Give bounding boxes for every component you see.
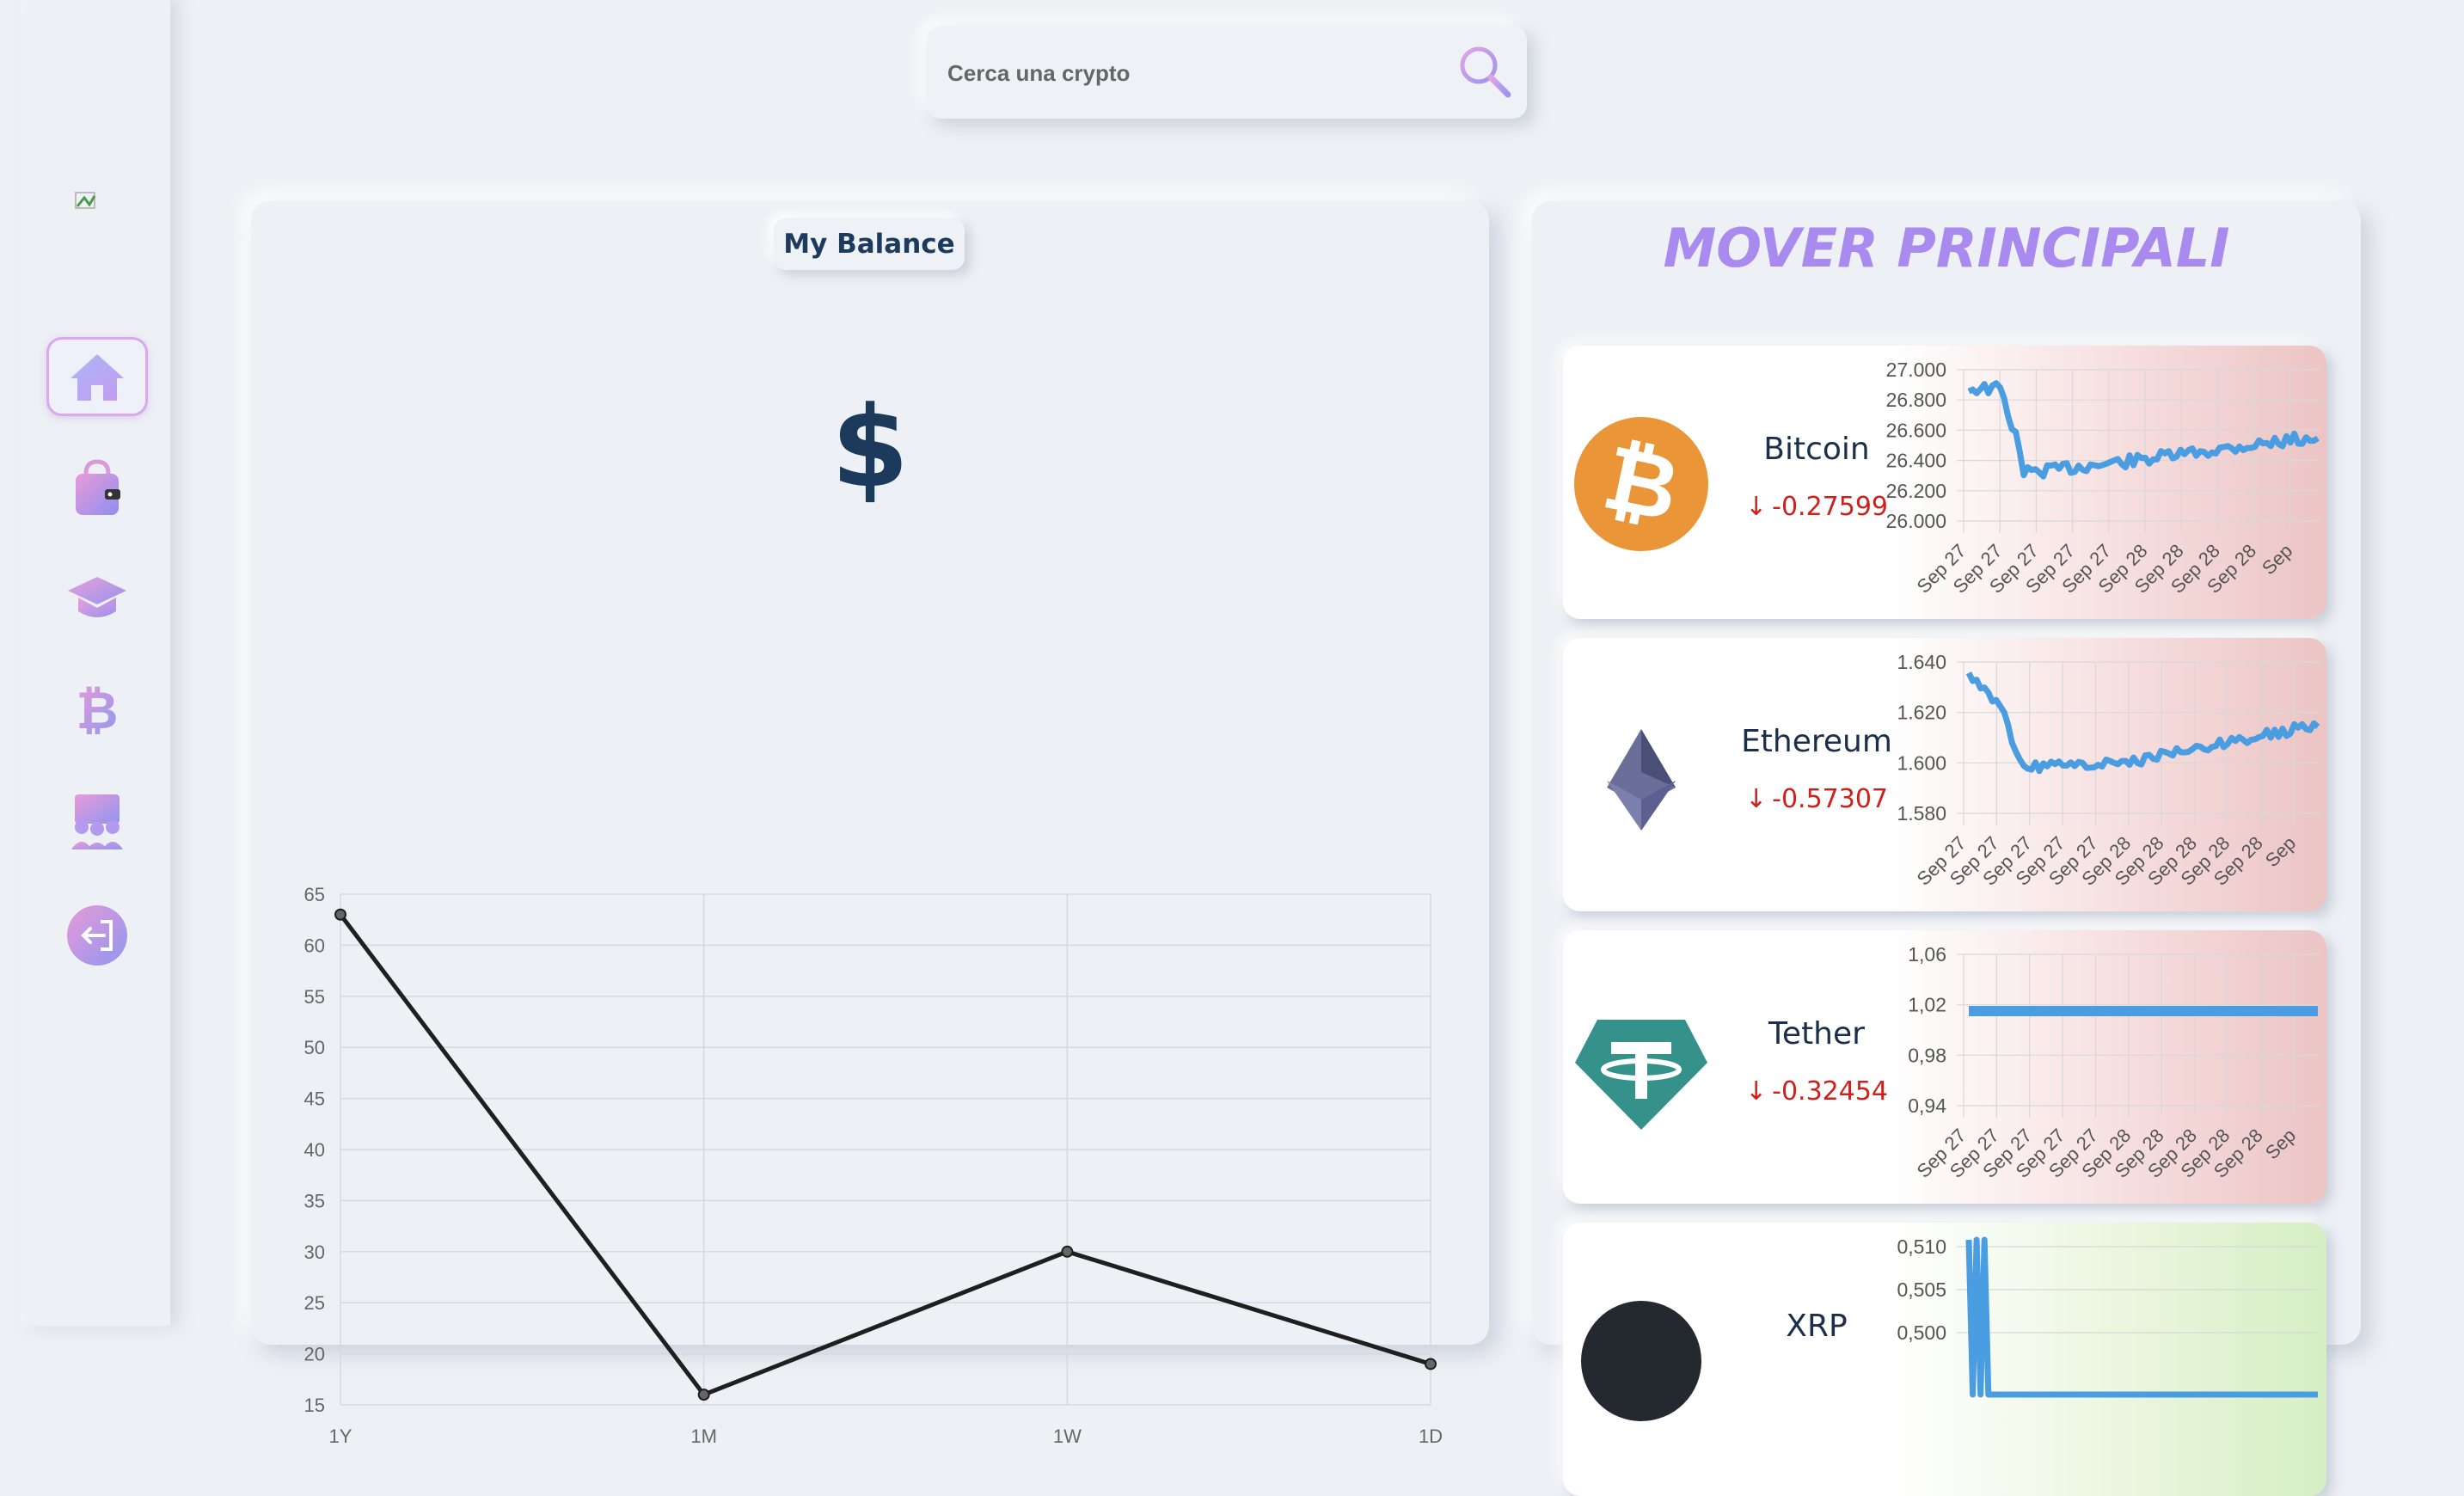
mini-x-tick-label: Sep: [2258, 540, 2296, 579]
mini-y-tick-label: 1.620: [1897, 702, 1946, 724]
y-tick-label: 15: [304, 1395, 325, 1416]
mini-y-tick-label: 1.600: [1897, 751, 1946, 774]
balance-title: My Balance: [774, 218, 965, 270]
mini-x-tick-label: Sep: [2261, 1125, 2300, 1163]
nav-education[interactable]: [46, 559, 148, 638]
community-icon: [71, 794, 123, 849]
mini-y-tick-label: 26.600: [1886, 419, 1946, 441]
app-logo[interactable]: [70, 24, 170, 131]
balance-line-chart: 65 60 55 50 45 40 35 30 25 20 151Y 1M 1W 1D: [304, 884, 1443, 1447]
y-tick-label: 50: [304, 1037, 325, 1058]
y-tick-label: 45: [304, 1088, 325, 1110]
x-tick-label: 1W: [1053, 1425, 1082, 1447]
nav-home[interactable]: [46, 337, 148, 416]
search-icon[interactable]: [1456, 43, 1513, 100]
x-tick-label: 1M: [690, 1425, 717, 1447]
mini-y-tick-label: 0,98: [1908, 1044, 1946, 1066]
wallet-icon: [76, 459, 120, 515]
mini-price-chart: 1,061,020,980,94Sep 27Sep 27Sep 27Sep 27…: [1908, 943, 2320, 1182]
balance-data-point[interactable]: [1061, 1245, 1074, 1258]
movers-panel: MOVER PRINCIPALI ₿ Bitcoin ↓ -0.27599 27.000…: [1532, 201, 2361, 1496]
y-tick-label: 35: [304, 1190, 325, 1211]
nav-logout[interactable]: [46, 896, 148, 975]
nav-crypto[interactable]: ₿: [46, 669, 148, 748]
mini-y-tick-label: 26.000: [1886, 510, 1946, 532]
mini-price-chart: 27.00026.80026.60026.40026.20026.000Sep …: [1886, 359, 2320, 598]
y-tick-label: 20: [304, 1344, 325, 1365]
balance-currency-symbol: $: [831, 382, 910, 512]
y-tick-label: 65: [304, 884, 325, 905]
x-tick-label: 1Y: [329, 1425, 352, 1447]
mini-y-tick-label: 27.000: [1886, 359, 1946, 381]
mini-y-tick-label: 26.800: [1886, 389, 1946, 411]
mini-chart-grid: [1957, 1246, 2320, 1334]
nav-wallet[interactable]: [46, 449, 148, 528]
mover-card-xrp[interactable]: XRP 0,510 0,505 0,500: [1563, 1223, 2326, 1496]
search-input[interactable]: [946, 52, 1448, 95]
mini-price-line: [1965, 671, 2320, 775]
svg-text:₿: ₿: [77, 681, 119, 737]
y-tick-label: 25: [304, 1292, 325, 1314]
mini-chart-grid: [1957, 953, 2320, 1118]
chart-grid: [340, 893, 1431, 1406]
mover-card-tether[interactable]: Tether ↓ -0.32454 1,06 1,02 0,98 0,94 Sep 27 Sep…: [1563, 930, 2326, 1204]
balance-data-point[interactable]: [697, 1389, 710, 1401]
mini-y-tick-label: 0,505: [1897, 1278, 1946, 1301]
mini-x-tick-label: Sep: [2261, 832, 2300, 871]
y-tick-label: 40: [304, 1139, 325, 1161]
broken-image-icon: [75, 192, 96, 209]
mini-y-tick-label: 26.200: [1886, 480, 1946, 502]
x-tick-label: 1D: [1419, 1425, 1443, 1447]
sidebar: [24, 0, 170, 1326]
y-tick-label: 60: [304, 935, 325, 956]
balance-data-point[interactable]: [1425, 1358, 1437, 1370]
mini-y-tick-label: 1,02: [1908, 994, 1946, 1016]
mini-y-tick-label: 0,500: [1897, 1321, 1946, 1344]
mini-y-tick-label: 0,510: [1897, 1235, 1946, 1258]
mini-price-chart: 0,510 0,505 0,500: [1897, 1235, 2320, 1398]
mover-card-ethereum[interactable]: Ethereum ↓ -0.57307 1.640 1.620 1.600 1.580 Sep…: [1563, 638, 2326, 911]
graduation-cap-icon: [68, 577, 126, 617]
bitcoin-icon: ₿: [77, 681, 119, 737]
movers-title: MOVER PRINCIPALI: [1532, 217, 2361, 279]
mini-y-tick-label: 1,06: [1908, 943, 1946, 966]
home-icon: [70, 354, 124, 401]
mini-y-tick-label: 26.400: [1886, 450, 1946, 472]
balance-series-line: [339, 913, 1431, 1398]
mini-y-tick-label: 0,94: [1908, 1094, 1946, 1117]
mini-y-tick-label: 1.580: [1897, 802, 1946, 825]
mover-card-bitcoin[interactable]: ₿ Bitcoin ↓ -0.27599 27.000 26.800 26.600 26.40…: [1563, 346, 2326, 619]
logout-icon: [67, 905, 127, 966]
mini-chart-grid: [1957, 369, 2320, 533]
y-tick-label: 30: [304, 1242, 325, 1263]
mini-y-tick-label: 1.640: [1897, 651, 1946, 673]
balance-panel: My Balance $ 65 60 55 50 45 40 35 30 25 20 15 1Y 1M 1…: [251, 201, 1489, 1447]
search-bar: [927, 26, 1527, 119]
balance-data-point[interactable]: [334, 908, 346, 921]
mini-price-chart: 1.6401.6201.6001.580Sep 27Sep 27Sep 27Se…: [1897, 651, 2320, 890]
y-tick-label: 55: [304, 986, 325, 1008]
nav-community[interactable]: [46, 781, 148, 860]
mini-price-line: [1965, 1236, 2318, 1398]
